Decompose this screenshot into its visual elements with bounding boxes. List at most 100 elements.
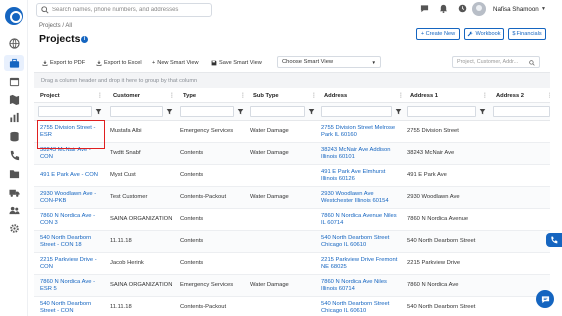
- column-menu-icon[interactable]: ⋮: [311, 93, 317, 99]
- address-link[interactable]: 2930 Woodlawn Ave Westchester Illinois 6…: [315, 187, 401, 209]
- filter-input-address-1[interactable]: [407, 106, 476, 117]
- column-header-address-2[interactable]: Address 2: [490, 89, 524, 103]
- clock-icon[interactable]: [458, 4, 467, 13]
- briefcase-icon[interactable]: [4, 55, 24, 71]
- project-link[interactable]: 2215 Parkview Drive - CON: [34, 253, 104, 275]
- address-link[interactable]: 491 E Park Ave Elmhurst Illinois 60126: [315, 165, 401, 187]
- table-row[interactable]: 7860 N Nordica Ave - ESR 5 SAINA ORGANIZ…: [34, 275, 550, 297]
- dollar-icon: $: [512, 31, 516, 37]
- column-header-address[interactable]: Address: [318, 89, 347, 103]
- project-link[interactable]: 540 North Dearborn Street - CON: [34, 297, 104, 316]
- address-link[interactable]: 38243 McNair Ave Addison Illinois 60101: [315, 143, 401, 165]
- team-icon[interactable]: [8, 204, 20, 216]
- table-row[interactable]: 491 E Park Ave - CON Myst Cust Contents …: [34, 165, 550, 187]
- project-link[interactable]: 491 E Park Ave - CON: [34, 165, 104, 187]
- address2-cell: [487, 231, 550, 253]
- grid-search-input[interactable]: [457, 59, 527, 65]
- search-input[interactable]: [52, 7, 207, 13]
- globe-icon[interactable]: [8, 37, 20, 49]
- column-menu-icon[interactable]: ⋮: [97, 93, 103, 99]
- address-link[interactable]: 2215 Parkview Drive Fremont NE 68025: [315, 253, 401, 275]
- phone-button[interactable]: [546, 233, 562, 247]
- financials-button[interactable]: $ Financials: [508, 28, 546, 40]
- logo-icon[interactable]: [5, 7, 23, 25]
- chevron-down-icon: ▼: [371, 60, 376, 65]
- filter-icon[interactable]: [166, 108, 173, 115]
- user-name[interactable]: Nafisa Shamoon: [493, 6, 539, 13]
- filter-input-address-2[interactable]: [493, 106, 550, 117]
- column-header-sub-type[interactable]: Sub Type: [247, 89, 279, 103]
- gear-icon[interactable]: [8, 222, 20, 234]
- column-menu-icon[interactable]: ⋮: [482, 93, 488, 99]
- save-smart-view-button[interactable]: Save Smart View: [211, 57, 262, 68]
- chat-button[interactable]: [536, 290, 554, 308]
- address2-cell: [487, 121, 550, 143]
- table-row[interactable]: 540 North Dearborn Street - CON 11.11.18…: [34, 297, 550, 316]
- filter-icon[interactable]: [395, 108, 402, 115]
- customer-cell: SAINA ORGANIZATION: [110, 216, 173, 223]
- grid-search[interactable]: [452, 56, 540, 68]
- filter-input-customer[interactable]: [110, 106, 163, 117]
- export-pdf-button[interactable]: Export to PDF: [42, 57, 85, 68]
- column-header-address-1[interactable]: Address 1: [404, 89, 438, 103]
- project-link[interactable]: 2930 Woodlawn Ave - CON-PKB: [34, 187, 104, 209]
- address-link[interactable]: 540 North Dearborn Street Chicago IL 606…: [315, 231, 401, 253]
- info-icon[interactable]: i: [81, 36, 88, 43]
- bell-icon[interactable]: [439, 4, 448, 13]
- table-row[interactable]: 540 North Dearborn Street - CON 18 11.11…: [34, 231, 550, 253]
- table-row[interactable]: 38243 McNair Ave - CON Twdtt Snabf Conte…: [34, 143, 550, 165]
- filter-icon[interactable]: [479, 108, 486, 115]
- avatar[interactable]: [472, 2, 486, 16]
- download-icon: [42, 60, 48, 66]
- address-link[interactable]: 7860 N Nordica Avenue Niles IL 60714: [315, 209, 401, 231]
- table-row[interactable]: 2215 Parkview Drive - CON Jacob Herink C…: [34, 253, 550, 275]
- save-icon: [211, 60, 217, 65]
- project-link[interactable]: 540 North Dearborn Street - CON 18: [34, 231, 104, 253]
- chart-icon[interactable]: [8, 111, 20, 123]
- project-link[interactable]: 7860 N Nordica Ave - ESR 5: [34, 275, 104, 297]
- new-smart-view-button[interactable]: + New Smart View: [152, 57, 199, 68]
- phone-icon[interactable]: [8, 149, 20, 161]
- chevron-down-icon[interactable]: ▼: [541, 6, 546, 12]
- table-row[interactable]: 2930 Woodlawn Ave - CON-PKB Test Custome…: [34, 187, 550, 209]
- filter-input-address[interactable]: [321, 106, 392, 117]
- choose-smart-view-select[interactable]: Choose Smart View ▼: [277, 56, 381, 68]
- global-search[interactable]: [36, 3, 212, 17]
- filter-input-sub-type[interactable]: [250, 106, 305, 117]
- column-menu-icon[interactable]: ⋮: [169, 93, 175, 99]
- column-header-project[interactable]: Project: [34, 89, 60, 103]
- address-link[interactable]: 7860 N Nordica Ave Niles Illinois 60714: [315, 275, 401, 297]
- customer-cell: Test Customer: [110, 194, 148, 201]
- type-cell: Emergency Services: [180, 282, 234, 289]
- filter-icon[interactable]: [237, 108, 244, 115]
- type-cell: Contents-Packout: [180, 194, 227, 201]
- column-menu-icon[interactable]: ⋮: [547, 93, 550, 99]
- folder-icon[interactable]: [8, 167, 20, 179]
- download-icon: [96, 60, 102, 66]
- column-menu-icon[interactable]: ⋮: [240, 93, 246, 99]
- address2-cell: [487, 253, 550, 275]
- address1-cell: 540 North Dearborn Street: [407, 238, 476, 245]
- map-icon[interactable]: [8, 93, 20, 105]
- column-header-customer[interactable]: Customer: [107, 89, 140, 103]
- address-link[interactable]: 540 North Dearborn Street Chicago IL 606…: [315, 297, 401, 316]
- project-link[interactable]: 7860 N Nordica Ave - CON 3: [34, 209, 104, 231]
- workbook-button[interactable]: Workbook: [464, 28, 504, 40]
- filter-icon[interactable]: [308, 108, 315, 115]
- filter-input-project[interactable]: [38, 106, 92, 117]
- chat-icon[interactable]: [420, 4, 429, 13]
- column-header-type[interactable]: Type: [177, 89, 196, 103]
- export-excel-button[interactable]: Export to Excel: [96, 57, 142, 68]
- create-new-button[interactable]: + Create New: [416, 28, 460, 40]
- filter-input-type[interactable]: [180, 106, 234, 117]
- truck-icon[interactable]: [8, 186, 20, 198]
- calendar-icon[interactable]: [8, 75, 20, 87]
- table-row[interactable]: 2755 Division Street - ESR Mustafa Albi …: [34, 121, 550, 143]
- filter-icon[interactable]: [95, 108, 102, 115]
- group-by-panel[interactable]: Drag a column header and drop it here to…: [34, 72, 550, 88]
- table-row[interactable]: 7860 N Nordica Ave - CON 3 SAINA ORGANIZ…: [34, 209, 550, 231]
- database-icon[interactable]: [8, 130, 20, 142]
- type-cell: Contents-Packout: [180, 304, 227, 311]
- customer-cell: 11.11.18: [110, 238, 132, 245]
- address-link[interactable]: 2755 Division Street Melrose Park IL 601…: [315, 121, 401, 143]
